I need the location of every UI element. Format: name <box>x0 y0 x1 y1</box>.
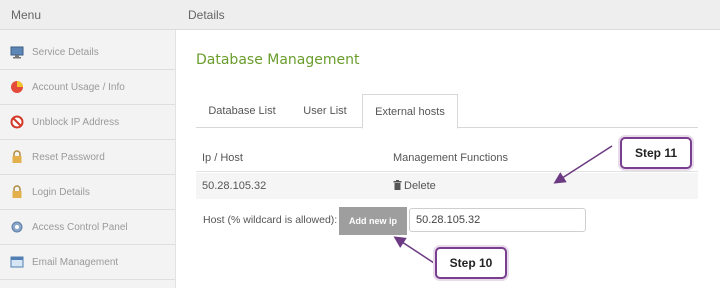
sidebar-item-label: Access Control Panel <box>32 222 128 233</box>
tab-user-list[interactable]: User List <box>290 94 360 128</box>
trash-icon <box>393 180 402 190</box>
top-header-bar: Menu Details <box>0 0 720 30</box>
step11-callout: Step 11 <box>620 137 692 169</box>
tab-database-list[interactable]: Database List <box>196 94 288 128</box>
sidebar-item-label: Service Details <box>32 47 99 58</box>
host-input[interactable] <box>409 208 586 232</box>
monitor-icon <box>10 46 24 59</box>
step10-callout: Step 10 <box>435 247 507 279</box>
host-ip-cell: 50.28.105.32 <box>202 180 267 192</box>
delete-link[interactable]: Delete <box>393 180 436 192</box>
tab-external-hosts[interactable]: External hosts <box>362 94 458 129</box>
sidebar-item-email-management[interactable]: Email Management <box>0 246 175 280</box>
details-title: Details <box>188 8 225 22</box>
window-icon <box>10 256 24 268</box>
sidebar-item-label: Login Details <box>32 187 90 198</box>
sidebar-item-label: Reset Password <box>32 152 105 163</box>
block-icon <box>10 115 24 129</box>
sidebar-item-account-usage[interactable]: Account Usage / Info <box>0 71 175 105</box>
page-title: Database Management <box>196 52 360 68</box>
menu-title: Menu <box>11 8 42 22</box>
sidebar-item-reset-password[interactable]: Reset Password <box>0 141 175 175</box>
pie-chart-icon <box>11 81 23 93</box>
delete-label: Delete <box>404 180 436 192</box>
settings-icon <box>11 221 23 233</box>
sidebar-item-label: Email Management <box>32 257 119 268</box>
column-header-ip-host: Ip / Host <box>202 152 243 164</box>
sidebar-item-service-details[interactable]: Service Details <box>0 36 175 70</box>
sidebar: Service Details Account Usage / Info Unb… <box>0 30 176 288</box>
lock-icon <box>12 185 22 198</box>
tab-bar: Database List User List External hosts <box>196 94 698 129</box>
sidebar-item-access-control-panel[interactable]: Access Control Panel <box>0 211 175 245</box>
sidebar-item-login-details[interactable]: Login Details <box>0 176 175 210</box>
sidebar-item-unblock-ip[interactable]: Unblock IP Address <box>0 106 175 140</box>
sidebar-item-label: Account Usage / Info <box>32 82 125 93</box>
add-new-ip-button[interactable]: Add new ip <box>339 207 407 235</box>
sidebar-item-label: Unblock IP Address <box>32 117 120 128</box>
lock-icon <box>12 150 22 163</box>
column-header-management-functions: Management Functions <box>393 152 508 164</box>
host-field-label: Host (% wildcard is allowed): <box>203 214 338 226</box>
table-row: 50.28.105.32 Delete <box>196 173 698 199</box>
